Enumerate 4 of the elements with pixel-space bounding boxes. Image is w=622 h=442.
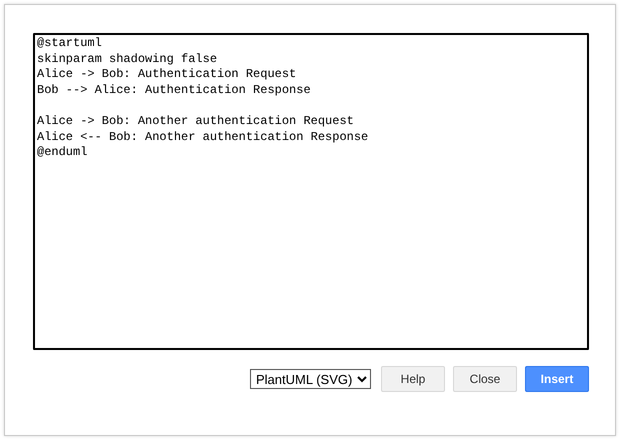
format-dropdown[interactable]: PlantUML (SVG) [250,369,371,389]
dialog-button[interactable]: Help [381,366,445,392]
dialog-button[interactable]: Close [453,366,517,392]
code-editor[interactable]: @startuml skinparam shadowing false Alice -> Bob: Authentication Request Bob --> Alice: Authentication Response Alice -> Bob: Another authentication Request Alice <-- Bob: Another authentication Response @enduml [33,33,589,350]
